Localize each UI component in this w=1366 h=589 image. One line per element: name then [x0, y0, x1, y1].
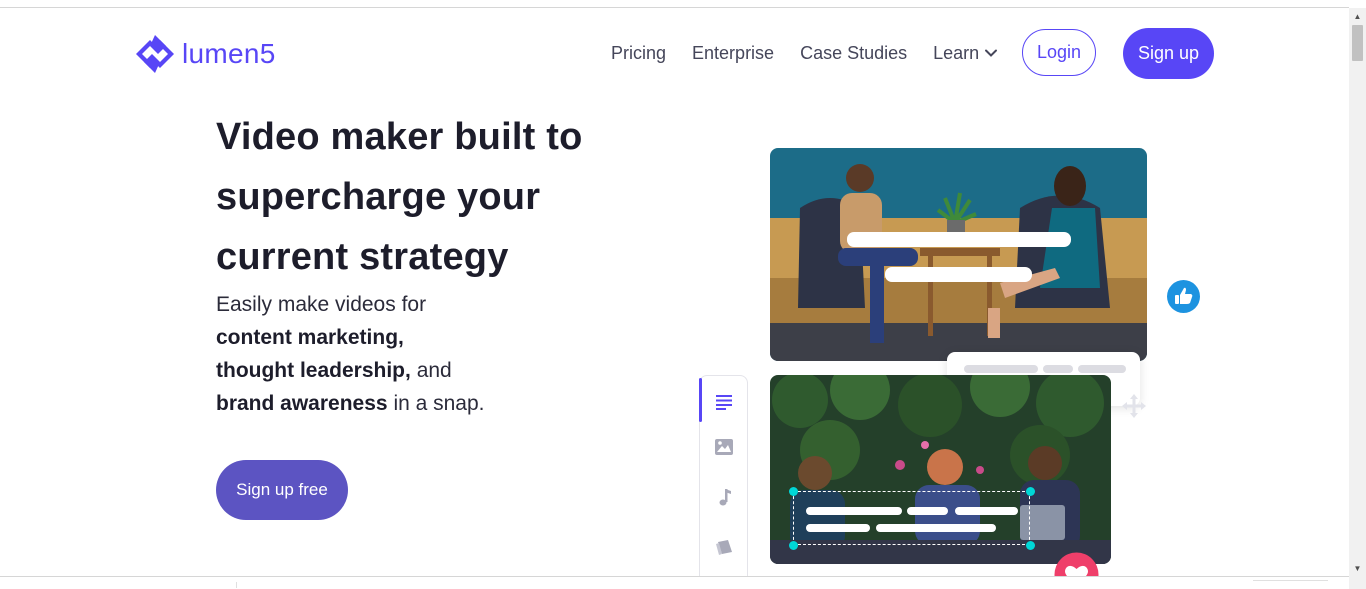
scroll-thumb[interactable] — [1352, 25, 1363, 61]
logo-icon — [136, 35, 174, 73]
bottom-divider — [0, 576, 1349, 577]
lumen5-logo[interactable]: lumen5 — [134, 33, 276, 75]
hero-sub-thought-leadership: thought leadership, — [216, 359, 411, 382]
selection-handle[interactable] — [789, 487, 798, 496]
text-selection-box[interactable] — [793, 491, 1030, 545]
hero-sub-intro: Easily make videos for — [216, 293, 427, 316]
music-icon[interactable] — [714, 487, 734, 507]
text-icon[interactable] — [714, 392, 734, 412]
selection-handle[interactable] — [1026, 541, 1035, 550]
hero-sub-brand-awareness: brand awareness — [216, 392, 388, 415]
signup-free-button[interactable]: Sign up free — [216, 460, 348, 520]
brand-icon[interactable] — [714, 537, 734, 557]
page-scrollbar[interactable]: ▲ ▼ — [1349, 8, 1366, 589]
top-divider — [0, 7, 1349, 8]
selection-handle[interactable] — [1026, 487, 1035, 496]
selection-handle[interactable] — [789, 541, 798, 550]
heart-icon[interactable] — [1054, 552, 1099, 576]
scroll-up-icon[interactable]: ▲ — [1349, 8, 1366, 25]
nav-pricing[interactable]: Pricing — [611, 43, 666, 64]
image-icon[interactable] — [714, 437, 734, 457]
hero-title: Video maker built to supercharge your cu… — [216, 116, 583, 278]
hero-sub-end: in a snap. — [393, 392, 485, 415]
caption-bar — [847, 232, 1071, 247]
brand-name: lumen5 — [182, 38, 276, 69]
scroll-down-icon[interactable]: ▼ — [1349, 560, 1366, 577]
nav-learn[interactable]: Learn — [933, 43, 998, 64]
meeting-photo — [770, 148, 1147, 361]
hero-sub-and: and — [416, 359, 452, 382]
nav-case-studies[interactable]: Case Studies — [800, 43, 907, 64]
signup-button[interactable]: Sign up — [1123, 28, 1214, 79]
hero-sub-content-marketing: content marketing, — [216, 326, 404, 349]
main-nav: Pricing Enterprise Case Studies Learn — [611, 28, 1024, 78]
nav-enterprise[interactable]: Enterprise — [692, 43, 774, 64]
toolbar-active-indicator — [699, 378, 702, 422]
nav-learn-label: Learn — [933, 42, 980, 63]
move-icon[interactable] — [1120, 392, 1148, 420]
editor-toolbar — [699, 375, 748, 576]
login-button[interactable]: Login — [1022, 29, 1096, 76]
like-icon[interactable] — [1167, 280, 1200, 313]
caption-bar — [885, 267, 1032, 282]
chevron-down-icon — [985, 49, 998, 57]
hero-subtitle: Easily make videos for content marketing… — [216, 288, 485, 420]
